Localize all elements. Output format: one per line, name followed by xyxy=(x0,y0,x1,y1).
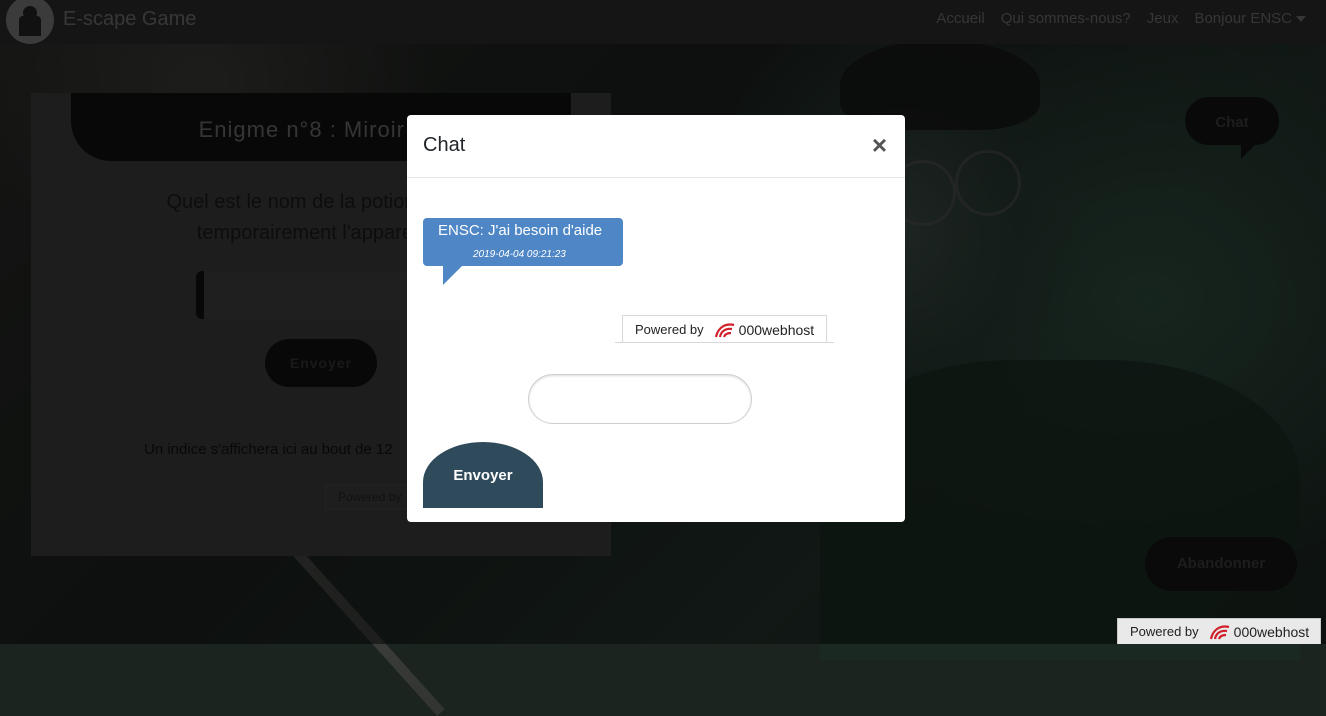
chat-message: ENSC: J'ai besoin d'aide 2019-04-04 09:2… xyxy=(423,218,623,266)
chat-message-input[interactable] xyxy=(528,374,752,424)
modal-title: Chat xyxy=(423,134,466,156)
chat-message-text: ENSC: J'ai besoin d'aide xyxy=(438,222,603,239)
powered-by-badge[interactable]: Powered by 000webhost xyxy=(615,315,834,343)
chat-modal: Chat × ENSC: J'ai besoin d'aide 2019-04-… xyxy=(407,115,905,522)
powered-by-label: Powered by xyxy=(635,322,704,337)
modal-header: Chat × xyxy=(407,115,905,178)
close-icon[interactable]: × xyxy=(872,130,887,160)
footer-powered-by-label: Powered by xyxy=(1130,624,1199,639)
footer-webhost-name: 000webhost xyxy=(1233,623,1310,640)
chat-message-timestamp: 2019-04-04 09:21:23 xyxy=(473,249,566,260)
webhost-logo: 000webhost xyxy=(714,321,815,339)
webhost-swirl-icon xyxy=(1209,624,1229,639)
footer-webhost-logo: 000webhost xyxy=(1209,623,1310,641)
webhost-name: 000webhost xyxy=(738,321,815,338)
chat-message-tail xyxy=(443,265,463,285)
chat-send-button[interactable]: Envoyer xyxy=(423,442,543,508)
footer-powered-by-badge[interactable]: Powered by 000webhost xyxy=(1117,618,1321,644)
webhost-swirl-icon xyxy=(714,322,734,337)
